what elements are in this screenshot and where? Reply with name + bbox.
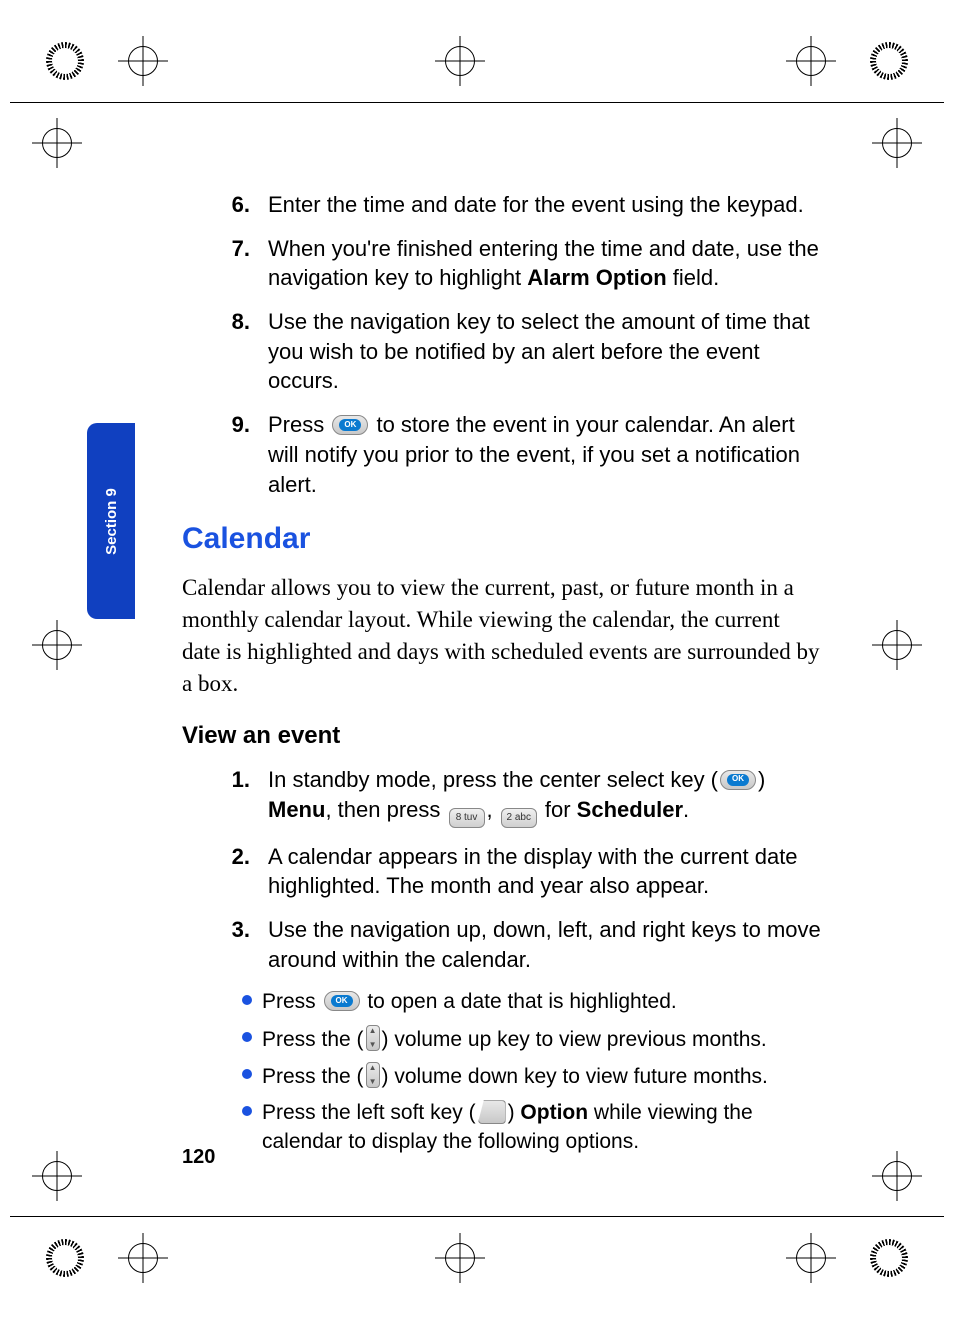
bullet-text-fragment: Press the ( xyxy=(262,1028,364,1051)
volume-key-icon xyxy=(366,1062,380,1088)
step-number: 2. xyxy=(182,842,268,901)
bullet-text: Press to open a date that is highlighted… xyxy=(262,988,822,1016)
bullet-soft-key-option: Press the left soft key () Option while … xyxy=(242,1099,822,1156)
keypad-8-icon: 8 tuv xyxy=(449,808,485,828)
step-text-fragment: field. xyxy=(667,265,720,290)
ok-key-icon xyxy=(720,770,756,790)
registration-mark-icon xyxy=(46,1239,84,1277)
step-number: 1. xyxy=(182,765,268,828)
volume-key-icon xyxy=(366,1025,380,1051)
crosshair-icon xyxy=(435,36,485,86)
step-text: When you're finished entering the time a… xyxy=(268,234,822,293)
bullet-text-fragment: ) volume down key to view future months. xyxy=(382,1065,768,1088)
crop-line-top xyxy=(10,102,944,103)
bullet-dot-icon xyxy=(242,1032,252,1042)
step-text: A calendar appears in the display with t… xyxy=(268,842,822,901)
bullet-text-fragment: Press the left soft key ( xyxy=(262,1101,476,1124)
heading-calendar: Calendar xyxy=(182,519,822,560)
view-step-3: 3. Use the navigation up, down, left, an… xyxy=(182,915,822,974)
registration-mark-icon xyxy=(46,42,84,80)
step-number: 8. xyxy=(182,307,268,396)
crosshair-icon xyxy=(872,620,922,670)
bullet-text: Press the ( ) volume up key to view previ… xyxy=(262,1025,822,1054)
crosshair-icon xyxy=(32,620,82,670)
bullet-volume-up: Press the ( ) volume up key to view previ… xyxy=(242,1025,822,1054)
ok-key-icon xyxy=(332,415,368,435)
step-text-fragment: Press xyxy=(268,412,330,437)
crosshair-icon xyxy=(118,36,168,86)
page-number: 120 xyxy=(182,1146,215,1169)
bullet-text-fragment: ) xyxy=(508,1101,521,1124)
step-text: Press to store the event in your calenda… xyxy=(268,410,822,499)
subheading-view-event: View an event xyxy=(182,720,822,752)
crosshair-icon xyxy=(872,1151,922,1201)
keypad-2-icon: 2 abc xyxy=(501,808,537,828)
bullet-text-fragment: to open a date that is highlighted. xyxy=(362,990,677,1013)
bullet-text-fragment: Press the ( xyxy=(262,1065,364,1088)
step-text: In standby mode, press the center select… xyxy=(268,765,822,828)
section-tab-label: Section 9 xyxy=(103,488,120,555)
bullet-dot-icon xyxy=(242,1106,252,1116)
step-text-bold: Scheduler xyxy=(577,797,683,822)
crosshair-icon xyxy=(32,118,82,168)
step-number: 7. xyxy=(182,234,268,293)
bullet-text-fragment: Press xyxy=(262,990,322,1013)
crosshair-icon xyxy=(435,1233,485,1283)
step-6: 6. Enter the time and date for the event… xyxy=(182,190,822,220)
step-text-fragment: In standby mode, press the center select… xyxy=(268,767,718,792)
bullet-text-fragment: ) volume up key to view previous months. xyxy=(382,1028,767,1051)
bullet-open-date: Press to open a date that is highlighted… xyxy=(242,988,822,1016)
step-number: 3. xyxy=(182,915,268,974)
crosshair-icon xyxy=(786,1233,836,1283)
bullet-dot-icon xyxy=(242,1069,252,1079)
left-soft-key-icon xyxy=(478,1100,506,1124)
step-8: 8. Use the navigation key to select the … xyxy=(182,307,822,396)
step-text-bold: Alarm Option xyxy=(527,265,666,290)
registration-mark-icon xyxy=(870,42,908,80)
step-text-fragment: . xyxy=(683,797,689,822)
step-text-fragment: , xyxy=(487,797,499,822)
ok-key-icon xyxy=(324,991,360,1011)
crop-line-bottom xyxy=(10,1216,944,1217)
bullet-text: Press the left soft key () Option while … xyxy=(262,1099,822,1156)
step-number: 9. xyxy=(182,410,268,499)
registration-mark-icon xyxy=(870,1239,908,1277)
step-number: 6. xyxy=(182,190,268,220)
step-text: Use the navigation up, down, left, and r… xyxy=(268,915,822,974)
bullet-text: Press the ( ) volume down key to view fut… xyxy=(262,1062,822,1091)
crosshair-icon xyxy=(786,36,836,86)
step-text: Use the navigation key to select the amo… xyxy=(268,307,822,396)
intro-paragraph: Calendar allows you to view the current,… xyxy=(182,572,822,701)
crosshair-icon xyxy=(118,1233,168,1283)
step-text-fragment: ) xyxy=(758,767,765,792)
step-text-fragment: for xyxy=(539,797,577,822)
step-9: 9. Press to store the event in your cale… xyxy=(182,410,822,499)
view-step-2: 2. A calendar appears in the display wit… xyxy=(182,842,822,901)
page-content: 6. Enter the time and date for the event… xyxy=(182,190,822,1164)
step-text: Enter the time and date for the event us… xyxy=(268,190,804,220)
step-text-fragment: , then press xyxy=(325,797,446,822)
bullet-volume-down: Press the ( ) volume down key to view fut… xyxy=(242,1062,822,1091)
crosshair-icon xyxy=(32,1151,82,1201)
bullet-dot-icon xyxy=(242,995,252,1005)
view-step-1: 1. In standby mode, press the center sel… xyxy=(182,765,822,828)
crosshair-icon xyxy=(872,118,922,168)
section-tab: Section 9 xyxy=(87,423,135,619)
step-7: 7. When you're finished entering the tim… xyxy=(182,234,822,293)
bullet-text-bold: Option xyxy=(520,1101,588,1124)
step-text-bold: Menu xyxy=(268,797,325,822)
